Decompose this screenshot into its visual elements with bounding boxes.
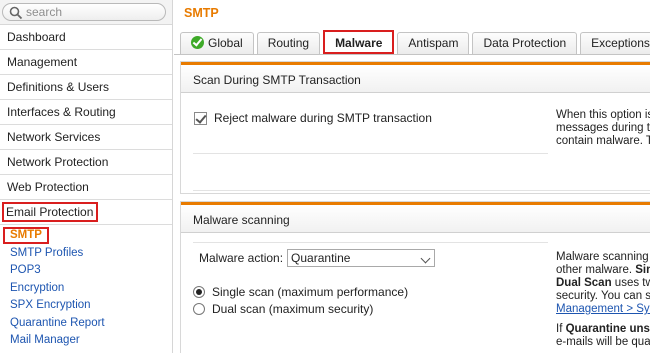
- help-line: messages during th: [556, 122, 650, 134]
- help-text-bold: Sin: [635, 264, 650, 276]
- chevron-down-icon: [420, 253, 431, 264]
- sidebar-item-network-protection[interactable]: Network Protection: [0, 150, 172, 175]
- sidebar-item-email-protection[interactable]: Email Protection: [0, 200, 172, 225]
- help-text: When this option is messages during th c…: [556, 109, 650, 148]
- help-text-part: other malware.: [556, 264, 636, 276]
- tab-global-label: Global: [208, 36, 243, 50]
- sidebar-item-web-protection[interactable]: Web Protection: [0, 175, 172, 200]
- search-icon: [9, 6, 23, 20]
- section-malware-scanning: Malware scanning Malware action: Quarant…: [180, 201, 650, 353]
- sidebar-subitem-spx-encryption[interactable]: SPX Encryption: [0, 297, 172, 315]
- single-scan-option[interactable]: Single scan (maximum performance): [193, 285, 408, 299]
- malware-action-row: Malware action: Quarantine: [199, 249, 436, 267]
- sidebar-item-dashboard[interactable]: Dashboard: [0, 25, 172, 50]
- help-text-bold: Dual Scan: [556, 277, 612, 289]
- sidebar-subitem-smtp[interactable]: SMTP: [0, 227, 172, 245]
- help-text: Malware scanning c other malware. Sin Du…: [556, 251, 650, 349]
- help-line: security. You can s: [556, 290, 650, 302]
- page-title: SMTP: [184, 6, 219, 20]
- sidebar-item-network-services[interactable]: Network Services: [0, 125, 172, 150]
- sidebar-item-management[interactable]: Management: [0, 50, 172, 75]
- sidebar-item-email-protection-label: Email Protection: [2, 202, 99, 222]
- sidebar-item-interfaces-routing[interactable]: Interfaces & Routing: [0, 100, 172, 125]
- sidebar-subitem-smtp-label: SMTP: [3, 227, 49, 244]
- divider: [193, 153, 548, 154]
- malware-action-value: Quarantine: [291, 251, 351, 265]
- main-content: SMTP Global Routing Malware Antispam Dat…: [174, 0, 650, 353]
- help-text-part: uses tw: [611, 277, 650, 289]
- reject-malware-checkbox[interactable]: [194, 111, 207, 125]
- sidebar-subitem-pop3[interactable]: POP3: [0, 262, 172, 280]
- sidebar-item-definitions-users[interactable]: Definitions & Users: [0, 75, 172, 100]
- dual-scan-label: Dual scan (maximum security): [212, 302, 374, 316]
- help-link[interactable]: Management > Sys: [556, 303, 650, 315]
- email-protection-submenu: SMTP SMTP Profiles POP3 Encryption SPX E…: [0, 225, 172, 350]
- section-scan-during-smtp: Scan During SMTP Transaction Reject malw…: [180, 61, 650, 194]
- help-line: When this option is: [556, 109, 650, 121]
- search-bar: [0, 0, 172, 25]
- help-text-part: If: [556, 323, 566, 335]
- tab-routing[interactable]: Routing: [256, 32, 321, 54]
- search-box[interactable]: [2, 3, 166, 21]
- tab-data-protection[interactable]: Data Protection: [472, 32, 578, 54]
- check-circle-icon: [191, 36, 204, 49]
- divider: [193, 242, 548, 243]
- section-title: Scan During SMTP Transaction: [181, 62, 650, 93]
- sidebar-subitem-mail-manager[interactable]: Mail Manager: [0, 332, 172, 350]
- reject-malware-option[interactable]: Reject malware during SMTP transaction: [194, 111, 432, 125]
- tab-divider: [174, 54, 650, 55]
- sidebar-subitem-smtp-profiles[interactable]: SMTP Profiles: [0, 245, 172, 263]
- help-line: Management > Sys: [556, 303, 650, 316]
- help-line: Malware scanning c: [556, 251, 650, 263]
- help-line: e-mails will be qua: [556, 336, 650, 348]
- malware-action-select[interactable]: Quarantine: [287, 249, 436, 267]
- section-title: Malware scanning: [181, 202, 650, 233]
- dual-scan-option[interactable]: Dual scan (maximum security): [193, 302, 373, 316]
- tab-malware[interactable]: Malware: [323, 30, 395, 54]
- sidebar-subitem-encryption[interactable]: Encryption: [0, 280, 172, 298]
- tab-antispam[interactable]: Antispam: [397, 32, 470, 54]
- help-spacer: [556, 316, 650, 323]
- help-line: other malware. Sin: [556, 264, 650, 277]
- help-line: If Quarantine unsc: [556, 323, 650, 336]
- help-line: Dual Scan uses tw: [556, 277, 650, 290]
- search-input[interactable]: [26, 5, 162, 19]
- tab-exceptions[interactable]: Exceptions: [580, 32, 650, 54]
- help-line: contain malware. T: [556, 135, 650, 147]
- tab-bar: Global Routing Malware Antispam Data Pro…: [180, 30, 650, 54]
- malware-action-label: Malware action:: [199, 251, 284, 265]
- dual-scan-radio[interactable]: [193, 303, 205, 315]
- divider: [193, 190, 650, 191]
- tab-global[interactable]: Global: [180, 32, 254, 54]
- single-scan-label: Single scan (maximum performance): [212, 285, 409, 299]
- single-scan-radio[interactable]: [193, 286, 205, 298]
- sidebar-subitem-quarantine-report[interactable]: Quarantine Report: [0, 315, 172, 333]
- help-text-bold: Quarantine unsc: [565, 323, 650, 335]
- reject-malware-label: Reject malware during SMTP transaction: [214, 111, 432, 125]
- sidebar: Dashboard Management Definitions & Users…: [0, 0, 173, 353]
